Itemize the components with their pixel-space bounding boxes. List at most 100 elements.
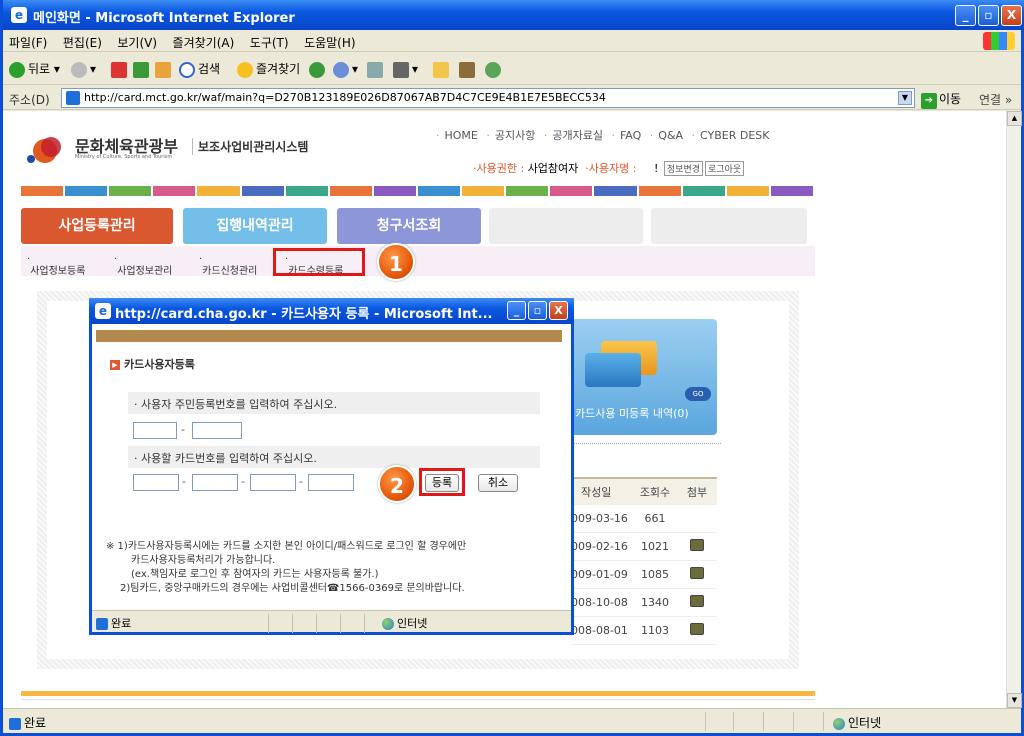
- minimize-button[interactable]: _: [955, 5, 976, 26]
- attachment-icon[interactable]: [690, 539, 704, 551]
- table-header: 작성일 조회수 첨부: [571, 477, 717, 505]
- card-number-input-2[interactable]: [192, 474, 238, 491]
- user-name-label: 사용자명 :: [588, 162, 637, 175]
- menu-file[interactable]: 파일(F): [3, 30, 53, 51]
- ssn-prompt-row: · 사용자 주민등록번호를 입력하여 주십시오.: [128, 392, 540, 414]
- mail-button[interactable]: [367, 59, 386, 79]
- tab-empty-2: [651, 208, 807, 244]
- toolbar: 뒤로 ▾ ▾ 검색 즐겨찾기 ▾ ▾: [3, 53, 1021, 85]
- media-icon: [309, 61, 325, 78]
- card-unregistered-panel[interactable]: GO 카드사용 미등록 내역(0): [571, 319, 717, 435]
- popup-maximize-button[interactable]: ▫: [528, 301, 547, 320]
- scroll-up-icon[interactable]: ▲: [1007, 111, 1022, 126]
- user-perm-label: 사용권한 :: [476, 162, 525, 175]
- mail-icon: [367, 61, 383, 78]
- ssn-first-input[interactable]: [133, 422, 177, 439]
- ministry-logo-icon: [25, 133, 69, 173]
- vertical-scrollbar[interactable]: ▲ ▼: [1006, 111, 1022, 708]
- links-button[interactable]: 연결 »: [979, 91, 1012, 108]
- card-number-input-3[interactable]: [250, 474, 296, 491]
- footer-line: [21, 691, 815, 696]
- address-input[interactable]: http://card.mct.go.kr/waf/main?q=D270B12…: [61, 88, 915, 108]
- star-icon: [237, 61, 253, 78]
- menu-tools[interactable]: 도구(T): [244, 30, 295, 51]
- home-icon: [155, 61, 171, 78]
- forward-button[interactable]: ▾: [71, 59, 96, 79]
- popup-title-bar: e http://card.cha.go.kr - 카드사용자 등록 - Mic…: [89, 298, 574, 324]
- media-button[interactable]: [309, 59, 328, 79]
- popup-heading: ▶ 카드사용자등록: [110, 356, 195, 372]
- popup-ie-icon: e: [95, 303, 111, 319]
- history-icon: [333, 61, 349, 78]
- subnav-project-info-register[interactable]: · 사업정보등록: [27, 254, 85, 277]
- logout-button[interactable]: 로그아웃: [705, 161, 745, 176]
- tab-project-registration[interactable]: 사업등록관리: [21, 208, 173, 244]
- favorites-button[interactable]: 즐겨찾기: [237, 59, 300, 79]
- table-row[interactable]: 008-08-01 1103: [571, 617, 717, 645]
- subnav-project-info-manage[interactable]: · 사업정보관리: [114, 254, 172, 277]
- maximize-button[interactable]: ▫: [978, 5, 999, 26]
- cancel-button[interactable]: 취소: [478, 474, 518, 492]
- back-arrow-icon: [9, 61, 25, 78]
- tab-execution-history[interactable]: 집행내역관리: [183, 208, 327, 244]
- popup-status-done: 완료: [96, 615, 131, 631]
- nav-notice[interactable]: 공지사항: [495, 129, 535, 142]
- bullet-arrow-icon: ▶: [110, 360, 120, 370]
- tab-invoice-lookup[interactable]: 청구서조회: [337, 208, 481, 244]
- home-button[interactable]: [155, 59, 174, 79]
- menu-edit[interactable]: 편집(E): [57, 30, 108, 51]
- subnav-card-apply-manage[interactable]: · 카드신청관리: [199, 254, 257, 277]
- table-row[interactable]: 009-03-16 661: [571, 505, 717, 533]
- status-zone: 인터넷: [833, 714, 881, 731]
- close-button[interactable]: X: [1001, 5, 1022, 26]
- card-number-input-4[interactable]: [308, 474, 354, 491]
- scroll-down-icon[interactable]: ▼: [1007, 693, 1022, 708]
- menu-view[interactable]: 보기(V): [111, 30, 163, 51]
- menu-favorites[interactable]: 즐겨찾기(A): [167, 30, 241, 51]
- history-button[interactable]: ▾: [333, 59, 358, 79]
- stop-icon: [111, 61, 127, 78]
- popup-close-button[interactable]: X: [549, 301, 568, 320]
- address-url: http://card.mct.go.kr/waf/main?q=D270B12…: [84, 91, 606, 104]
- nav-qna[interactable]: Q&A: [658, 129, 683, 142]
- system-name: 보조사업비관리시스템: [192, 138, 308, 155]
- nav-home[interactable]: HOME: [445, 129, 478, 142]
- folder-button[interactable]: [433, 59, 452, 79]
- top-nav: · HOME · 공지사항 · 공개자료실 · FAQ · Q&A · CYBER DESK: [436, 129, 770, 142]
- popup-globe-icon: [382, 618, 394, 630]
- back-button[interactable]: 뒤로 ▾: [9, 59, 60, 79]
- search-button[interactable]: 검색: [179, 59, 220, 79]
- attachment-icon[interactable]: [690, 623, 704, 635]
- globe-icon: [833, 717, 845, 730]
- popup-minimize-button[interactable]: _: [507, 301, 526, 320]
- table-row[interactable]: 008-10-08 1340: [571, 589, 717, 617]
- refresh-button[interactable]: [133, 59, 152, 79]
- nav-archive[interactable]: 공개자료실: [552, 129, 603, 142]
- go-badge[interactable]: GO: [685, 387, 711, 401]
- research-button[interactable]: [459, 59, 478, 79]
- window-title: 메인화면 - Microsoft Internet Explorer: [33, 11, 295, 26]
- nav-faq[interactable]: FAQ: [620, 129, 641, 142]
- stop-button[interactable]: [111, 59, 130, 79]
- col-date: 작성일: [581, 486, 612, 499]
- nav-cyber-desk[interactable]: CYBER DESK: [700, 129, 769, 142]
- info-change-button[interactable]: 정보변경: [663, 161, 704, 176]
- list-table: 작성일 조회수 첨부 009-03-16 661 009-02-16 1021 …: [571, 477, 717, 645]
- card-icon-blue: [585, 353, 641, 387]
- card-number-input-1[interactable]: [133, 474, 179, 491]
- search-icon: [179, 61, 195, 78]
- user-perm-value: 사업참여자: [527, 162, 579, 175]
- ssn-second-input[interactable]: [192, 422, 242, 439]
- menu-help[interactable]: 도움말(H): [298, 30, 362, 51]
- table-row[interactable]: 009-02-16 1021: [571, 533, 717, 561]
- messenger-button[interactable]: [485, 59, 504, 79]
- address-dropdown-icon[interactable]: ▼: [898, 91, 912, 105]
- popup-page-icon: [96, 618, 108, 630]
- print-button[interactable]: ▾: [393, 59, 418, 79]
- table-row[interactable]: 009-01-09 1085: [571, 561, 717, 589]
- tab-empty-1: [489, 208, 643, 244]
- register-button[interactable]: 등록: [425, 474, 459, 492]
- attachment-icon[interactable]: [690, 595, 704, 607]
- go-button[interactable]: ➔ 이동: [921, 90, 961, 109]
- attachment-icon[interactable]: [690, 567, 704, 579]
